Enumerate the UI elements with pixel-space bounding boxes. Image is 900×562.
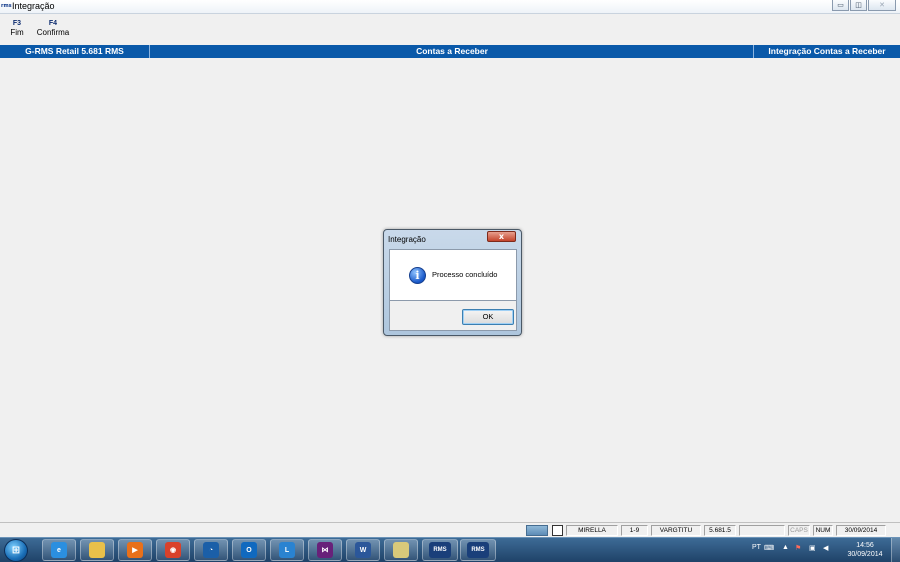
network-icon[interactable]: ▣ <box>809 544 816 552</box>
window-title: Integração <box>12 1 55 11</box>
status-version: 5.681.5 <box>704 525 736 536</box>
clock-date: 30/09/2014 <box>847 551 883 558</box>
taskbar: ⊞ e ▶ ◉ ◔ O L ⋈ W RMS RMS PT ⌨ ▲ ⚑ ▣ ◀ 14:56 30/0… <box>0 537 900 562</box>
taskbar-app-button[interactable]: W <box>346 539 380 561</box>
maximize-button[interactable]: ◫ <box>850 0 867 11</box>
taskbar-app-button[interactable]: ▶ <box>118 539 152 561</box>
window-controls: ▭ ◫ ✕ <box>832 0 896 12</box>
status-num: NUM <box>813 525 833 536</box>
show-desktop-button[interactable] <box>891 538 900 562</box>
status-user: MIRELLA <box>566 525 618 536</box>
status-caps: CAPS <box>788 525 810 536</box>
media-player-icon: ▶ <box>127 542 143 558</box>
status-bar: MIRELLA 1-9 VARGTITU 5.681.5 CAPS NUM 30… <box>0 522 900 537</box>
status-empty <box>739 525 785 536</box>
screen-title: Integração Contas a Receber <box>753 45 900 58</box>
taskbar-app-button[interactable]: ⋈ <box>308 539 342 561</box>
rms-logo-icon: rms <box>1 3 12 9</box>
document-icon[interactable] <box>552 525 563 536</box>
dialog-close-button[interactable]: x <box>487 231 516 242</box>
taskbar-app-button[interactable]: O <box>232 539 266 561</box>
taskbar-app-button[interactable] <box>384 539 418 561</box>
status-branch: 1-9 <box>621 525 648 536</box>
camera-icon[interactable] <box>526 525 548 536</box>
rms-app-icon: RMS <box>429 542 451 558</box>
taskbar-app-button[interactable]: e <box>42 539 76 561</box>
taskbar-app-button[interactable]: ◉ <box>156 539 190 561</box>
app-icon: ◔ <box>203 542 219 558</box>
taskbar-app-button[interactable]: ◔ <box>194 539 228 561</box>
taskbar-app-button[interactable]: L <box>270 539 304 561</box>
taskbar-app-button[interactable]: RMS <box>422 539 458 561</box>
rms-app-icon: RMS <box>467 542 489 558</box>
tray-expand-icon[interactable]: ▲ <box>782 544 789 551</box>
f3-key-label: F3 <box>12 20 22 27</box>
clock-time: 14:56 <box>856 542 874 549</box>
close-button[interactable]: ✕ <box>868 0 896 11</box>
language-indicator[interactable]: PT <box>752 544 761 551</box>
outlook-icon: O <box>241 542 257 558</box>
visual-studio-icon: ⋈ <box>317 542 333 558</box>
status-program: VARGTITU <box>651 525 701 536</box>
f4-key-label: F4 <box>48 20 58 27</box>
message-dialog: Integração x i Processo concluído OK <box>383 229 522 336</box>
dialog-message: Processo concluído <box>432 270 498 279</box>
system-clock[interactable]: 14:56 30/09/2014 <box>842 541 888 559</box>
dialog-footer: OK <box>389 301 517 331</box>
action-center-icon[interactable]: ⚑ <box>795 544 801 552</box>
taskbar-app-button[interactable] <box>80 539 114 561</box>
folder-icon <box>393 542 409 558</box>
f4-confirma-button[interactable]: F4 Confirma <box>36 19 70 38</box>
file-explorer-icon <box>89 542 105 558</box>
keyboard-icon[interactable]: ⌨ <box>764 544 774 552</box>
f3-action-label: Fim <box>10 28 24 37</box>
lync-icon: L <box>279 542 295 558</box>
title-bar: rms Integração ▭ ◫ ✕ <box>0 0 900 14</box>
taskbar-app-button[interactable]: RMS <box>460 539 496 561</box>
info-icon: i <box>409 267 426 284</box>
module-header: G-RMS Retail 5.681 RMS Contas a Receber … <box>0 45 900 58</box>
f4-action-label: Confirma <box>36 28 70 37</box>
volume-icon[interactable]: ◀ <box>823 544 828 552</box>
chrome-icon: ◉ <box>165 542 181 558</box>
ok-button[interactable]: OK <box>462 309 514 325</box>
word-icon: W <box>355 542 371 558</box>
function-key-toolbar: F3 Fim F4 Confirma <box>0 14 900 42</box>
dialog-title: Integração <box>388 235 426 244</box>
status-date: 30/09/2014 <box>836 525 886 536</box>
start-button[interactable]: ⊞ <box>4 539 28 562</box>
internet-explorer-icon: e <box>51 542 67 558</box>
f3-fim-button[interactable]: F3 Fim <box>9 19 25 38</box>
minimize-button[interactable]: ▭ <box>832 0 849 11</box>
module-title: Contas a Receber <box>416 46 488 56</box>
dialog-body: i Processo concluído <box>389 249 517 301</box>
system-name: G-RMS Retail 5.681 RMS <box>0 45 150 58</box>
